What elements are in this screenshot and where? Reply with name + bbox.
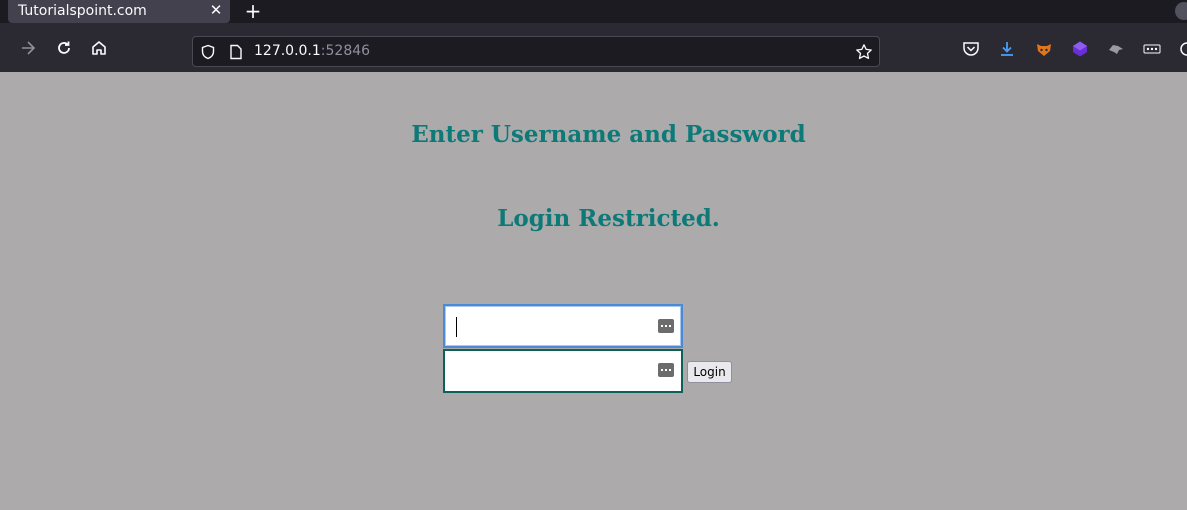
extension-bot-icon[interactable] [1174,39,1187,59]
tab-strip: Tutorialspoint.com ✕ + [0,0,1187,23]
address-bar[interactable]: 127.0.0.1:52846 [192,36,880,67]
reload-icon[interactable] [52,36,76,60]
password-input[interactable] [445,351,681,391]
url-text[interactable]: 127.0.0.1:52846 [254,43,370,59]
downloads-icon[interactable] [997,39,1017,59]
login-restricted-message: Login Restricted. [497,205,720,232]
password-manager-icon[interactable] [658,319,674,333]
page-title: Enter Username and Password [411,121,806,148]
navigation-toolbar: 127.0.0.1:52846 [0,23,1187,72]
browser-tab[interactable]: Tutorialspoint.com ✕ [8,0,230,23]
extension-dots-icon[interactable] [1142,39,1162,59]
tab-close-button[interactable]: ✕ [208,2,224,18]
account-icon[interactable] [1175,2,1187,20]
tab-title: Tutorialspoint.com [18,3,147,19]
extension-fox-icon[interactable] [1034,39,1054,59]
login-button[interactable]: Login [687,361,732,383]
extension-cube-icon[interactable] [1070,39,1090,59]
bookmark-star-icon[interactable] [855,43,873,61]
url-host: 127.0.0.1 [254,43,321,59]
username-field[interactable] [443,304,683,348]
password-field[interactable] [443,349,683,393]
new-tab-button[interactable]: + [243,1,263,21]
shield-icon[interactable] [199,43,217,61]
username-input[interactable] [445,306,681,346]
url-port: :52846 [320,43,371,59]
text-caret [456,317,457,337]
back-icon[interactable] [16,36,40,60]
password-manager-icon[interactable] [658,363,674,377]
pocket-icon[interactable] [961,39,981,59]
home-icon[interactable] [87,36,111,60]
page-icon[interactable] [227,43,245,61]
extension-wolf-icon[interactable] [1106,39,1126,59]
